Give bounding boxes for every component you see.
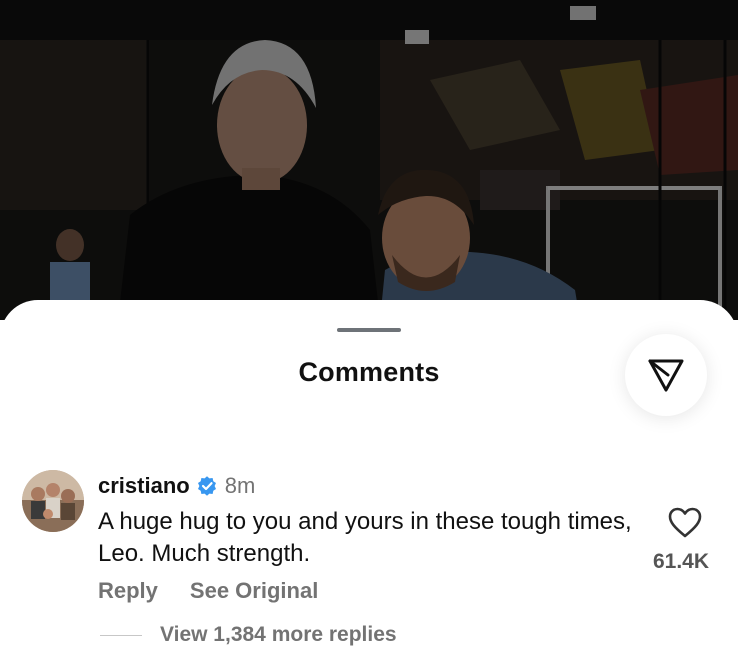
share-button[interactable]: [625, 334, 707, 416]
comment-time: 8m: [224, 473, 256, 498]
view-replies-row: View 1,384 more replies: [100, 623, 397, 647]
comment-text: A huge hug to you and yours in these tou…: [98, 508, 632, 567]
drag-handle[interactable]: [337, 328, 401, 332]
verified-badge-icon: [197, 476, 217, 496]
post-photo: [0, 0, 738, 320]
comments-sheet: Comments cristiano 8m A huge hug to you …: [0, 300, 738, 666]
avatar[interactable]: [22, 470, 84, 532]
heart-icon[interactable]: [668, 507, 702, 539]
see-original-button[interactable]: See Original: [190, 578, 318, 604]
reply-button[interactable]: Reply: [98, 578, 158, 604]
like-count: 61.4K: [652, 550, 710, 573]
view-replies-button[interactable]: View 1,384 more replies: [160, 623, 397, 647]
paper-plane-icon: [648, 359, 684, 392]
replies-divider: [100, 634, 142, 636]
comment-header: cristiano 8m: [98, 472, 255, 500]
comment-actions: Reply See Original: [98, 578, 350, 604]
comment-username[interactable]: cristiano: [98, 473, 190, 499]
